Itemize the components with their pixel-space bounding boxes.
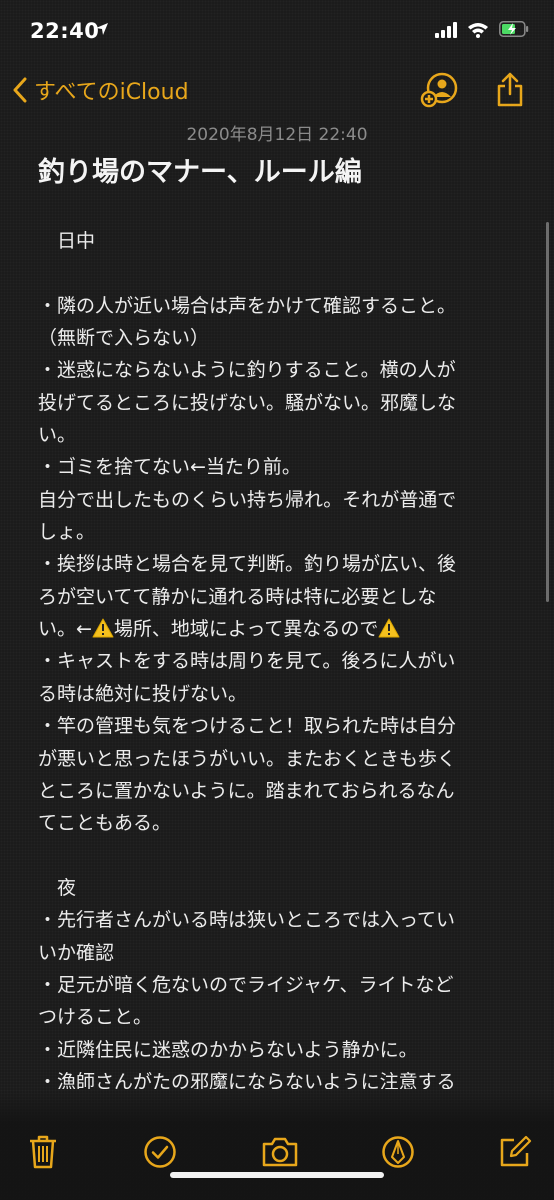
camera-button[interactable]	[261, 1135, 299, 1173]
battery-charging-icon	[499, 21, 529, 41]
person-add-icon	[420, 72, 458, 108]
bottom-toolbar	[0, 1090, 554, 1200]
warning-line-part1: い。←	[38, 618, 92, 641]
note-line: （無断で入らない）	[38, 327, 210, 350]
warning-icon	[92, 616, 114, 645]
note-line: ・ゴミを捨てない←当たり前。	[38, 456, 301, 479]
compose-icon	[500, 1135, 532, 1167]
note-line	[38, 840, 518, 872]
wifi-icon	[467, 22, 489, 42]
camera-icon	[262, 1137, 298, 1167]
trash-icon	[30, 1135, 56, 1169]
chevron-left-icon	[13, 77, 27, 103]
note-line: ・竿の管理も気をつけること！取られた時は自分	[38, 715, 457, 738]
note-line: ・隣の人が近い場合は声をかけて確認すること。	[38, 294, 457, 317]
back-button[interactable]: すべてのiCloud	[12, 74, 189, 106]
note-line: ・漁師さんがたの邪魔にならないように注意する	[38, 1070, 456, 1089]
note-line: が悪いと思ったほうがいい。またおくときも歩く	[38, 747, 457, 770]
cellular-signal-icon	[435, 22, 459, 42]
note-line: 夜	[38, 876, 77, 899]
note-line	[38, 257, 518, 289]
note-line: ところに置かないように。踏まれておられるなん	[38, 779, 455, 802]
note-line: ろが空いてて静かに通れる時は特に必要としな	[38, 585, 437, 608]
note-line: 投げてるところに投げない。騒がない。邪魔しな	[38, 391, 457, 414]
pen-circle-icon	[382, 1136, 414, 1168]
note-line: つけること。	[38, 1006, 153, 1029]
delete-button[interactable]	[28, 1135, 58, 1173]
warning-icon	[378, 616, 400, 645]
location-arrow-icon	[95, 21, 109, 40]
back-button-label: すべてのiCloud	[34, 80, 189, 105]
note-body[interactable]: 日中 ・隣の人が近い場合は声をかけて確認すること。 （無断で入らない） ・迷惑に…	[38, 225, 518, 1089]
note-line: ・キャストをする時は周りを見て。後ろに人がい	[38, 650, 456, 673]
add-people-button[interactable]	[420, 70, 460, 114]
note-line: る時は絶対に投げない。	[38, 682, 248, 705]
note-line: ・先行者さんがいる時は狭いところでは入ってい	[38, 909, 456, 932]
note-line: ・近隣住民に迷惑のかからないよう静かに。	[38, 1038, 418, 1061]
note-line: い。	[38, 424, 77, 447]
note-line: しょ。	[38, 521, 96, 544]
status-time: 22:40	[30, 19, 100, 43]
note-line-warning: い。← 場所、地域によって異なるので	[38, 613, 518, 645]
note-line: いか確認	[38, 941, 115, 964]
note-date: 2020年8月12日 22:40	[186, 125, 368, 145]
checklist-button[interactable]	[143, 1135, 177, 1173]
compose-button[interactable]	[498, 1135, 532, 1173]
home-indicator[interactable]	[170, 1172, 384, 1178]
scrollbar[interactable]	[546, 222, 549, 602]
share-button[interactable]	[494, 70, 526, 114]
note-title: 釣り場のマナー、ルール編	[38, 157, 362, 188]
status-bar: 22:40	[0, 0, 554, 60]
share-icon	[497, 72, 523, 107]
note-line: ・迷惑にならないように釣りすること。横の人が	[38, 359, 456, 382]
markup-button[interactable]	[381, 1135, 415, 1173]
warning-line-part2: 場所、地域によって異なるので	[113, 618, 379, 641]
navigation-bar: すべてのiCloud	[0, 62, 554, 118]
note-line: ・足元が暗く危ないのでライジャケ、ライトなど	[38, 973, 454, 996]
note-line: てこともある。	[38, 812, 172, 835]
checkmark-circle-icon	[144, 1136, 176, 1168]
note-line: ・挨拶は時と場合を見て判断。釣り場が広い、後	[38, 553, 457, 576]
note-line: 自分で出したものくらい持ち帰れ。それが普通で	[38, 488, 457, 511]
note-line: 日中	[38, 230, 96, 252]
